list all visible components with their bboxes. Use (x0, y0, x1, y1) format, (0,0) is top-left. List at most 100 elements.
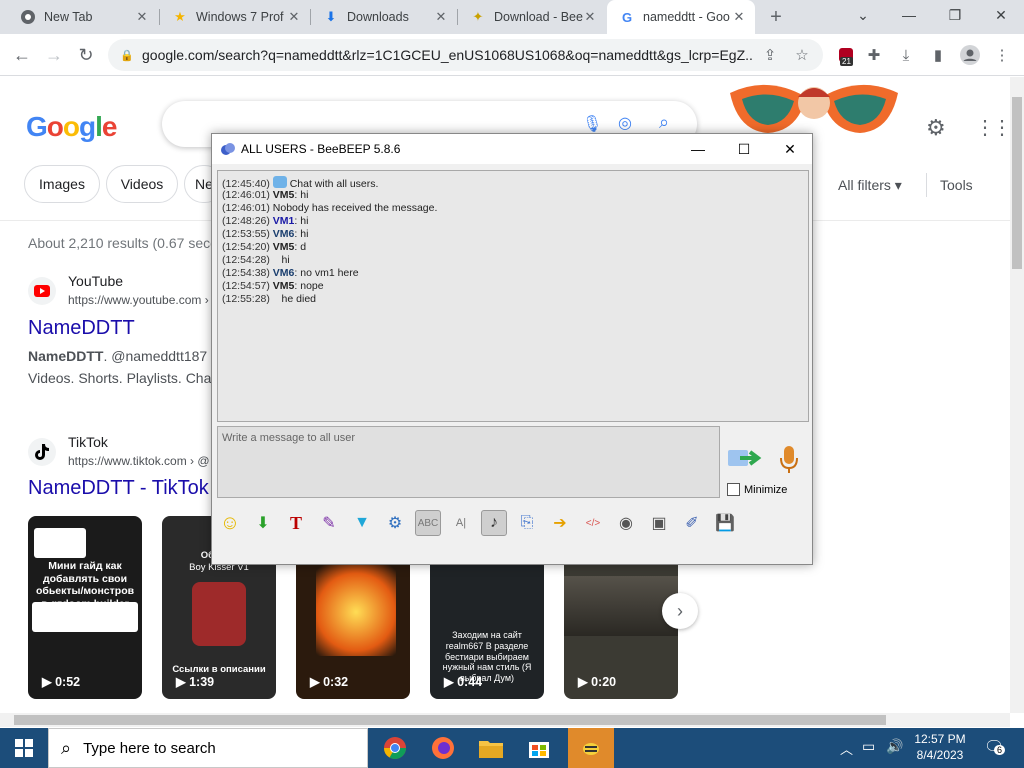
tiktok-icon (28, 438, 56, 466)
result-url-youtube: https://www.youtube.com › (68, 293, 209, 307)
tab-download-bee[interactable]: ✦ Download - Bee ✕ (458, 0, 606, 34)
tab-nameddtt-google[interactable]: G nameddtt - Goo ✕ (607, 0, 755, 34)
maximize-icon[interactable]: ☐ (721, 134, 767, 164)
apps-grid-icon[interactable]: ⋮⋮⋮ (975, 115, 1010, 140)
google-logo[interactable]: Google (26, 111, 117, 143)
close-icon[interactable]: ✕ (433, 9, 449, 25)
horizontal-scrollbar[interactable] (0, 713, 1010, 727)
file-explorer-icon[interactable] (468, 728, 514, 768)
message-input[interactable]: Write a message to all user (217, 426, 720, 498)
firefox-taskbar-icon[interactable] (420, 728, 466, 768)
close-icon[interactable]: ✕ (134, 9, 150, 25)
chrome-taskbar-icon[interactable] (372, 728, 418, 768)
close-icon[interactable]: ✕ (582, 9, 598, 25)
edit-note-icon[interactable]: ✐ (679, 510, 705, 536)
close-window-icon[interactable]: ✕ (978, 0, 1024, 30)
send-file-icon[interactable]: ➔ (547, 510, 573, 536)
search-icon[interactable]: ⌕ (659, 112, 669, 133)
green-arrow-down-icon[interactable]: ⬇ (250, 510, 276, 536)
extensions-puzzle-icon[interactable]: ✚ (862, 43, 886, 67)
start-button[interactable] (0, 728, 48, 768)
mic-icon[interactable]: 🎙 (582, 114, 602, 134)
lens-icon[interactable]: ◎ (618, 113, 632, 133)
video-thumbnail[interactable]: Мини гайд как добавлять свои обьекты/мон… (28, 516, 142, 699)
browser-toolbar: ← → ↻ 🔒 google.com/search?q=nameddtt&rlz… (0, 34, 1024, 76)
restore-icon[interactable]: ❐ (932, 0, 978, 30)
emoticon-icon[interactable]: ☺ (217, 510, 243, 536)
download-icon: ⬇ (325, 9, 337, 24)
filter-icon[interactable]: ▼ (349, 510, 375, 536)
taskbar-search-box[interactable]: ⌕ Type here to search (48, 728, 368, 768)
result-link-tiktok[interactable]: NameDDTT - TikTok (28, 477, 209, 500)
font-icon[interactable]: T (283, 510, 309, 536)
chip-videos[interactable]: Videos (106, 165, 178, 203)
windows-taskbar: ⌕ Type here to search ︿ ▭ 🔊 12:57 PM 8/4… (0, 728, 1024, 768)
settings-gears-icon[interactable]: ⚙ (382, 510, 408, 536)
minimize-icon[interactable]: — (886, 0, 932, 30)
volume-icon[interactable]: 🔊 (886, 738, 903, 755)
chat-message: (12:54:28) hi (222, 254, 290, 266)
spellcheck-icon[interactable]: ABC (415, 510, 441, 536)
extension-icon[interactable]: 21 (834, 43, 858, 67)
tab-downloads[interactable]: ⬇ Downloads ✕ (311, 0, 457, 34)
close-icon[interactable]: ✕ (286, 9, 302, 25)
bookmark-star-icon[interactable]: ☆ (790, 43, 814, 67)
video-duration: ▶ 0:32 (310, 675, 349, 689)
close-icon[interactable]: ✕ (731, 9, 747, 25)
screenshot-icon[interactable]: ▣ (646, 510, 672, 536)
microphone-icon[interactable] (778, 444, 800, 476)
back-button[interactable]: ← (8, 41, 36, 69)
store-taskbar-icon[interactable] (516, 728, 562, 768)
beebeep-title-bar[interactable]: ALL USERS - BeeBEEP 5.8.6 — ☐ ✕ (212, 134, 812, 164)
minimize-icon[interactable]: — (675, 134, 721, 164)
vertical-scrollbar[interactable] (1010, 77, 1024, 713)
color-brush-icon[interactable]: ✎ (316, 510, 342, 536)
show-hidden-icons[interactable]: ︿ (840, 739, 853, 758)
carousel-next-button[interactable]: › (662, 593, 698, 629)
result-stats: About 2,210 results (0.67 seco (28, 235, 218, 251)
result-link-youtube[interactable]: NameDDTT (28, 317, 135, 340)
side-panel-icon[interactable]: ▮ (926, 43, 950, 67)
save-chat-icon[interactable]: ⎘ (514, 510, 540, 536)
send-button[interactable] (726, 444, 762, 474)
beebeep-app-icon (220, 141, 236, 157)
reload-button[interactable]: ↻ (72, 41, 100, 69)
tab-windows-7[interactable]: ★ Windows 7 Prof ✕ (160, 0, 310, 34)
network-icon[interactable]: ▭ (862, 738, 875, 755)
save-disk-icon[interactable]: 💾 (712, 510, 738, 536)
window-title: ALL USERS - BeeBEEP 5.8.6 (241, 142, 401, 156)
video-duration: ▶ 0:52 (42, 675, 81, 689)
result-site-youtube: YouTube (68, 273, 124, 289)
result-site-tiktok: TikTok (68, 434, 108, 450)
all-filters-button[interactable]: All filters ▾ (838, 177, 902, 194)
address-bar[interactable]: 🔒 google.com/search?q=nameddtt&rlz=1C1GC… (108, 39, 823, 71)
result-url-tiktok: https://www.tiktok.com › @ (68, 454, 210, 468)
tools-button[interactable]: Tools (940, 177, 973, 193)
clock-icon[interactable]: ◉ (613, 510, 639, 536)
share-icon[interactable]: ⇪ (758, 43, 782, 67)
new-tab-button[interactable]: + (762, 3, 790, 31)
chat-message: (12:54:20) VM5: d (222, 241, 307, 253)
html-icon[interactable]: </> (580, 510, 606, 536)
video-duration: ▶ 1:39 (176, 675, 215, 689)
menu-icon[interactable]: ⋮ (990, 43, 1014, 67)
autocomplete-icon[interactable]: A| (448, 510, 474, 536)
tab-new-tab[interactable]: New Tab ✕ (8, 0, 158, 34)
video-duration: ▶ 0:20 (578, 675, 617, 689)
settings-gear-icon[interactable]: ⚙ (926, 115, 946, 141)
notification-icon[interactable]: 🗨 6 (984, 737, 1006, 757)
beebeep-icon: ✦ (472, 9, 484, 24)
result-snippet-youtube: NameDDTT. @nameddtt187 (28, 348, 208, 364)
minimize-checkbox[interactable] (727, 483, 740, 496)
tab-search-icon[interactable]: ⌄ (840, 0, 886, 30)
profile-avatar-icon[interactable] (958, 43, 982, 67)
notification-badge: 6 (994, 745, 1006, 755)
sound-note-icon[interactable]: ♪ (481, 510, 507, 536)
beebeep-taskbar-icon[interactable] (568, 728, 614, 768)
chip-images[interactable]: Images (24, 165, 100, 203)
clock[interactable]: 12:57 PM 8/4/2023 (914, 732, 966, 762)
beebeep-window: ALL USERS - BeeBEEP 5.8.6 — ☐ ✕ (12:45:4… (211, 133, 813, 565)
close-icon[interactable]: ✕ (767, 134, 813, 164)
downloads-icon[interactable]: ⤓ (894, 43, 918, 67)
forward-button[interactable]: → (40, 41, 68, 69)
